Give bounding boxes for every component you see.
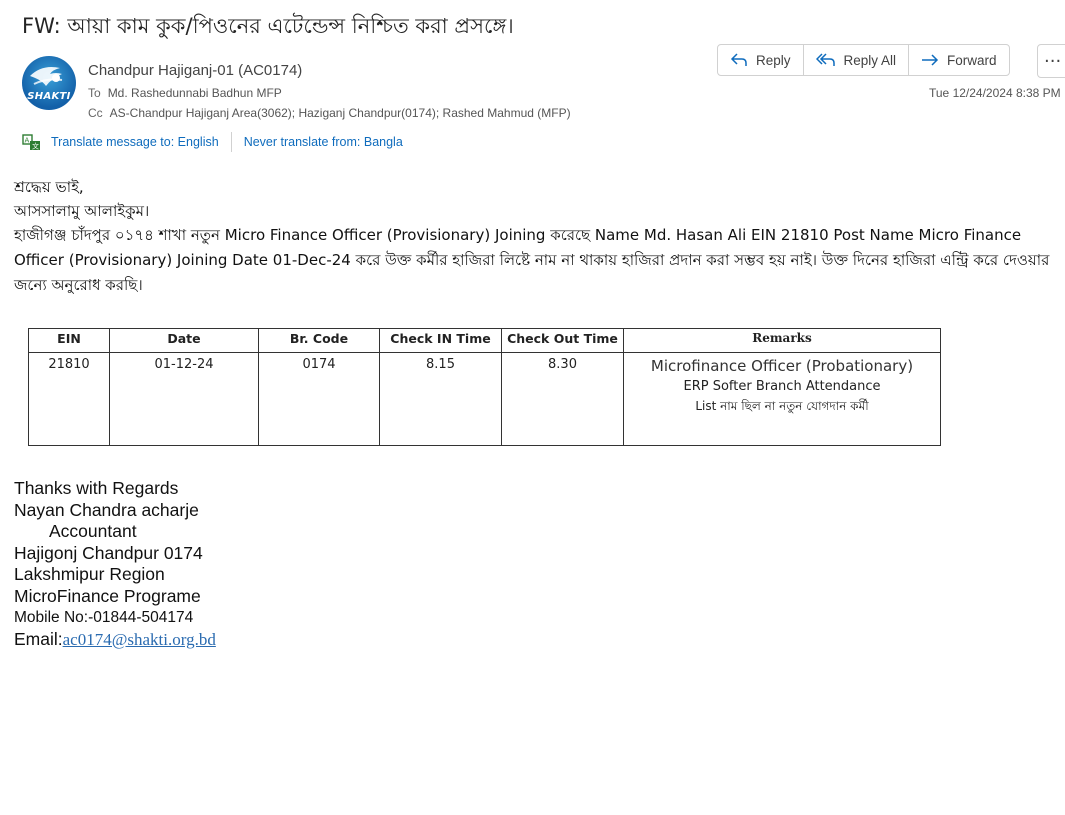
cell-remarks: Microfinance Officer (Probationary) ERP … <box>623 352 941 446</box>
to-line: To Md. Rashedunnabi Badhun MFP <box>88 86 282 100</box>
reply-label: Reply <box>756 52 791 68</box>
header-ein: EIN <box>28 328 110 353</box>
signature-mobile: Mobile No:-01844-504174 <box>14 609 194 626</box>
email-link[interactable]: ac0174@shakti.org.bd <box>63 630 216 649</box>
reply-all-label: Reply All <box>843 52 897 68</box>
to-label: To <box>88 86 101 100</box>
translate-bar: A 文 Translate message to: English Never … <box>22 132 403 152</box>
header-check-in: Check IN Time <box>379 328 502 353</box>
cell-date: 01-12-24 <box>109 352 259 446</box>
remarks-line-3: List নাম ছিল না নতুন যোগদান কর্মী <box>695 399 869 413</box>
greeting: শ্রদ্ধেয় ভাই, <box>14 178 84 196</box>
translate-divider <box>230 132 232 152</box>
signature-email-line: Email:ac0174@shakti.org.bd <box>14 629 216 651</box>
cell-br-code: 0174 <box>258 352 380 446</box>
cell-ein: 21810 <box>28 352 110 446</box>
cc-label: Cc <box>88 106 103 120</box>
body-paragraph: হাজীগঞ্জ চাঁদপুর ০১৭৪ শাখা নতুন Micro Fi… <box>14 226 1050 294</box>
signature-thanks: Thanks with Regards <box>14 478 179 498</box>
header-date: Date <box>109 328 259 353</box>
sender-name[interactable]: Chandpur Hajiganj-01 (AC0174) <box>88 62 302 79</box>
reply-icon <box>730 52 748 68</box>
translate-icon: A 文 <box>22 133 41 151</box>
cc-line: Cc AS-Chandpur Hajiganj Area(3062); Hazig… <box>88 106 571 120</box>
header-check-out: Check Out Time <box>501 328 624 353</box>
remarks-line-1: Microfinance Officer (Probationary) <box>650 357 914 375</box>
email-label: Email: <box>14 628 63 649</box>
signature-region: Lakshmipur Region <box>14 564 165 584</box>
reply-button[interactable]: Reply <box>717 44 804 76</box>
sender-avatar[interactable]: SHAKTI <box>22 56 76 110</box>
forward-arrow-icon <box>921 52 939 68</box>
never-translate-link[interactable]: Never translate from: Bangla <box>244 135 403 149</box>
table-row: 21810 01-12-24 0174 8.15 8.30 Microfinan… <box>28 352 941 446</box>
signature-title: Accountant <box>49 521 137 541</box>
reply-all-icon <box>815 52 836 68</box>
signature-branch: Hajigonj Chandpur 0174 <box>14 542 203 563</box>
header-br-code: Br. Code <box>258 328 380 353</box>
signature-name: Nayan Chandra acharje <box>14 499 199 520</box>
cell-check-in: 8.15 <box>379 352 502 446</box>
translate-message-link[interactable]: Translate message to: English <box>51 135 219 149</box>
to-recipients[interactable]: Md. Rashedunnabi Badhun MFP <box>108 86 282 100</box>
signature-block: Thanks with Regards Nayan Chandra acharj… <box>14 478 216 650</box>
attendance-table: EIN Date Br. Code Check IN Time Check Ou… <box>28 328 941 446</box>
salutation: আসসালামু আলাইকুম। <box>14 202 150 220</box>
message-body: শ্রদ্ধেয় ভাই, আসসালামু আলাইকুম। হাজীগঞ্… <box>14 175 1054 298</box>
svg-text:A: A <box>25 136 30 144</box>
svg-text:文: 文 <box>32 141 39 150</box>
cell-check-out: 8.30 <box>501 352 624 446</box>
sent-date: Tue 12/24/2024 8:38 PM <box>929 86 1061 100</box>
remarks-line-2: ERP Softer Branch Attendance <box>683 379 881 394</box>
header-remarks: Remarks <box>623 328 941 353</box>
email-subject: FW: আয়া কাম কুক/পিওনের এটেন্ডেন্স নিশ্চ… <box>22 14 514 38</box>
signature-program: MicroFinance Programe <box>14 585 201 606</box>
cc-recipients[interactable]: AS-Chandpur Hajiganj Area(3062); Hazigan… <box>110 106 571 120</box>
reply-all-button[interactable]: Reply All <box>802 44 910 76</box>
forward-button[interactable]: Forward <box>908 44 1010 76</box>
avatar-label: SHAKTI <box>27 91 71 102</box>
message-actions: Reply Reply All Forward <box>717 44 1010 78</box>
forward-label: Forward <box>947 52 997 68</box>
more-actions-button[interactable]: ··· <box>1037 44 1065 78</box>
table-header-row: EIN Date Br. Code Check IN Time Check Ou… <box>28 328 941 353</box>
